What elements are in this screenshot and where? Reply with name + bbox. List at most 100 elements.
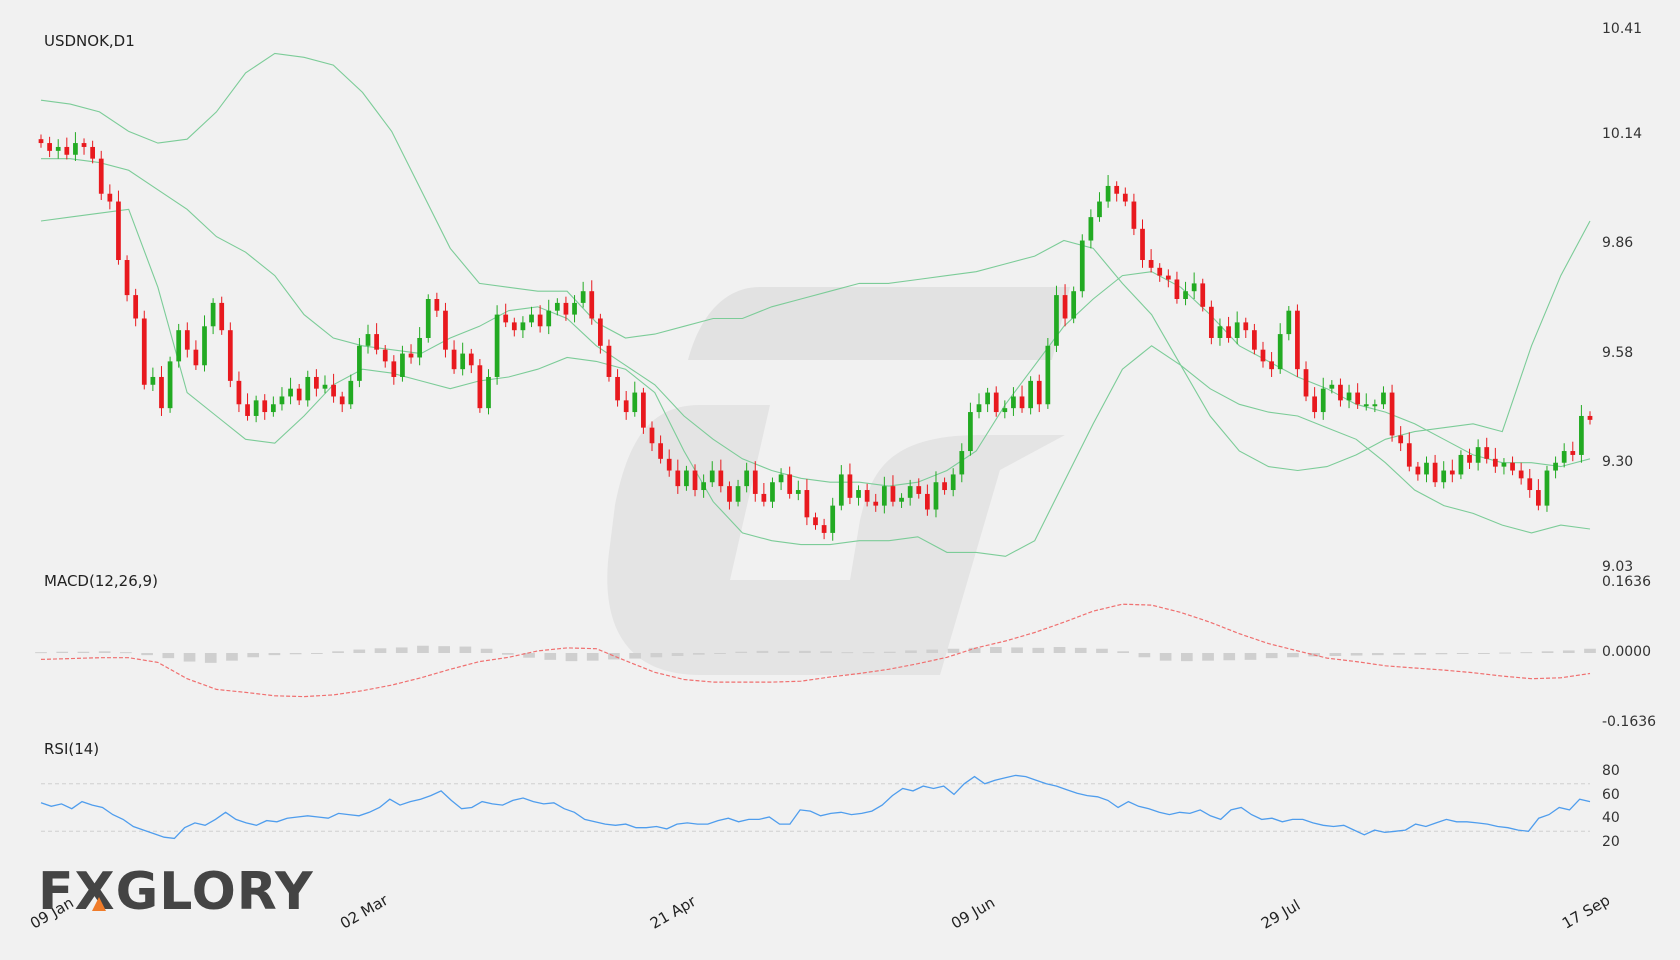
macd-histogram-bar [459, 646, 472, 653]
candle-body [1054, 295, 1059, 346]
candle-body [253, 400, 259, 416]
candle-body [64, 146, 70, 155]
candle-body [692, 470, 698, 491]
macd-histogram-bar [141, 653, 153, 656]
candle-body [288, 388, 293, 397]
candle-body [1372, 404, 1378, 407]
macd-label: MACD(12,26,9) [44, 572, 158, 590]
candle-body [210, 302, 216, 327]
candle-body [1544, 470, 1550, 506]
candle-body [1561, 451, 1567, 463]
candle-body [408, 353, 414, 358]
candle-body [804, 490, 810, 518]
candle-body [907, 486, 913, 498]
macd-tick: 0.1636 [1602, 574, 1651, 590]
candle-body [1088, 217, 1094, 241]
candle-body [451, 349, 457, 370]
candle-body [1501, 462, 1507, 467]
candle-body [357, 345, 362, 381]
candle-body [1157, 267, 1163, 276]
macd-histogram-bar [1435, 653, 1448, 655]
candle-body [847, 474, 853, 498]
candle-body [1389, 392, 1395, 436]
candle-body [572, 302, 577, 315]
macd-histogram-bar [77, 651, 90, 653]
rsi-panel [40, 774, 1591, 840]
candle-body [787, 474, 793, 494]
macd-histogram-bar [926, 649, 939, 653]
candle-body [365, 334, 371, 346]
macd-histogram-bar [374, 648, 387, 653]
macd-histogram-bar [629, 653, 641, 659]
candle-body [494, 314, 500, 377]
price-tick: 9.86 [1602, 235, 1634, 252]
candle-body [236, 380, 242, 405]
candle-body [1363, 404, 1369, 407]
candle-body [1467, 454, 1472, 463]
macd-histogram-bar [671, 653, 684, 656]
candle-body [873, 501, 879, 506]
macd-histogram-bar [1393, 653, 1405, 655]
macd-histogram-bar [204, 653, 217, 663]
symbol-label: USDNOK,D1 [44, 32, 135, 50]
macd-histogram-bar [1287, 653, 1299, 658]
candle-body [90, 146, 95, 159]
candle-body [270, 404, 276, 413]
candle-body [348, 380, 354, 405]
candle-body [1131, 201, 1137, 229]
candle-body [1200, 283, 1206, 307]
candle-body [1338, 384, 1343, 401]
candle-body [1243, 322, 1249, 331]
candle-body [1553, 462, 1558, 471]
macd-histogram-bar [1265, 653, 1278, 659]
macd-histogram-bar [162, 653, 175, 659]
rsi-tick: 40 [1602, 810, 1620, 827]
candle-body [55, 146, 61, 151]
candle-body [597, 318, 603, 346]
candle-body [615, 376, 620, 401]
candle-body [529, 314, 534, 323]
candle-body [537, 314, 543, 327]
macd-histogram-bar [1499, 652, 1511, 654]
candle-body [443, 310, 448, 350]
macd-histogram-bar [777, 651, 790, 653]
candle-body [778, 474, 784, 483]
macd-histogram-bar [544, 653, 557, 660]
candle-body [632, 392, 638, 413]
candle-body [425, 299, 431, 338]
candle-body [245, 404, 250, 416]
macd-histogram-bar [1138, 653, 1151, 658]
fxglory-logo: FXGLORY [38, 862, 314, 922]
candle-body [658, 443, 663, 459]
candle-body [1510, 462, 1515, 471]
candle-body [1320, 388, 1326, 413]
candle-body [486, 376, 491, 409]
candle-body [331, 384, 336, 397]
candle-body [1398, 435, 1404, 444]
macd-histogram-bar [353, 649, 366, 653]
candle-body [727, 486, 732, 502]
macd-histogram-bar [905, 650, 917, 653]
candle-body [262, 400, 268, 413]
macd-histogram-bar [35, 652, 47, 654]
candle-body [709, 470, 715, 483]
candle-body [1424, 462, 1429, 475]
candle-body [1406, 443, 1412, 467]
candle-body [1441, 470, 1447, 483]
rsi-tick: 80 [1602, 762, 1620, 779]
candle-body [563, 302, 569, 315]
candle-body [675, 470, 681, 487]
macd-histogram-bar [883, 651, 896, 653]
candle-body [133, 295, 139, 319]
candle-body [460, 353, 466, 370]
candle-body [1484, 447, 1490, 459]
macd-histogram-bar [395, 647, 408, 653]
candle-body [1045, 345, 1051, 405]
macd-histogram-bar [98, 651, 111, 653]
candle-body [305, 376, 311, 401]
candle-body [580, 291, 586, 303]
macd-histogram-bar [438, 646, 450, 653]
candle-body [1587, 415, 1593, 420]
price-tick: 10.14 [1602, 126, 1643, 143]
macd-histogram-bar [226, 653, 238, 661]
